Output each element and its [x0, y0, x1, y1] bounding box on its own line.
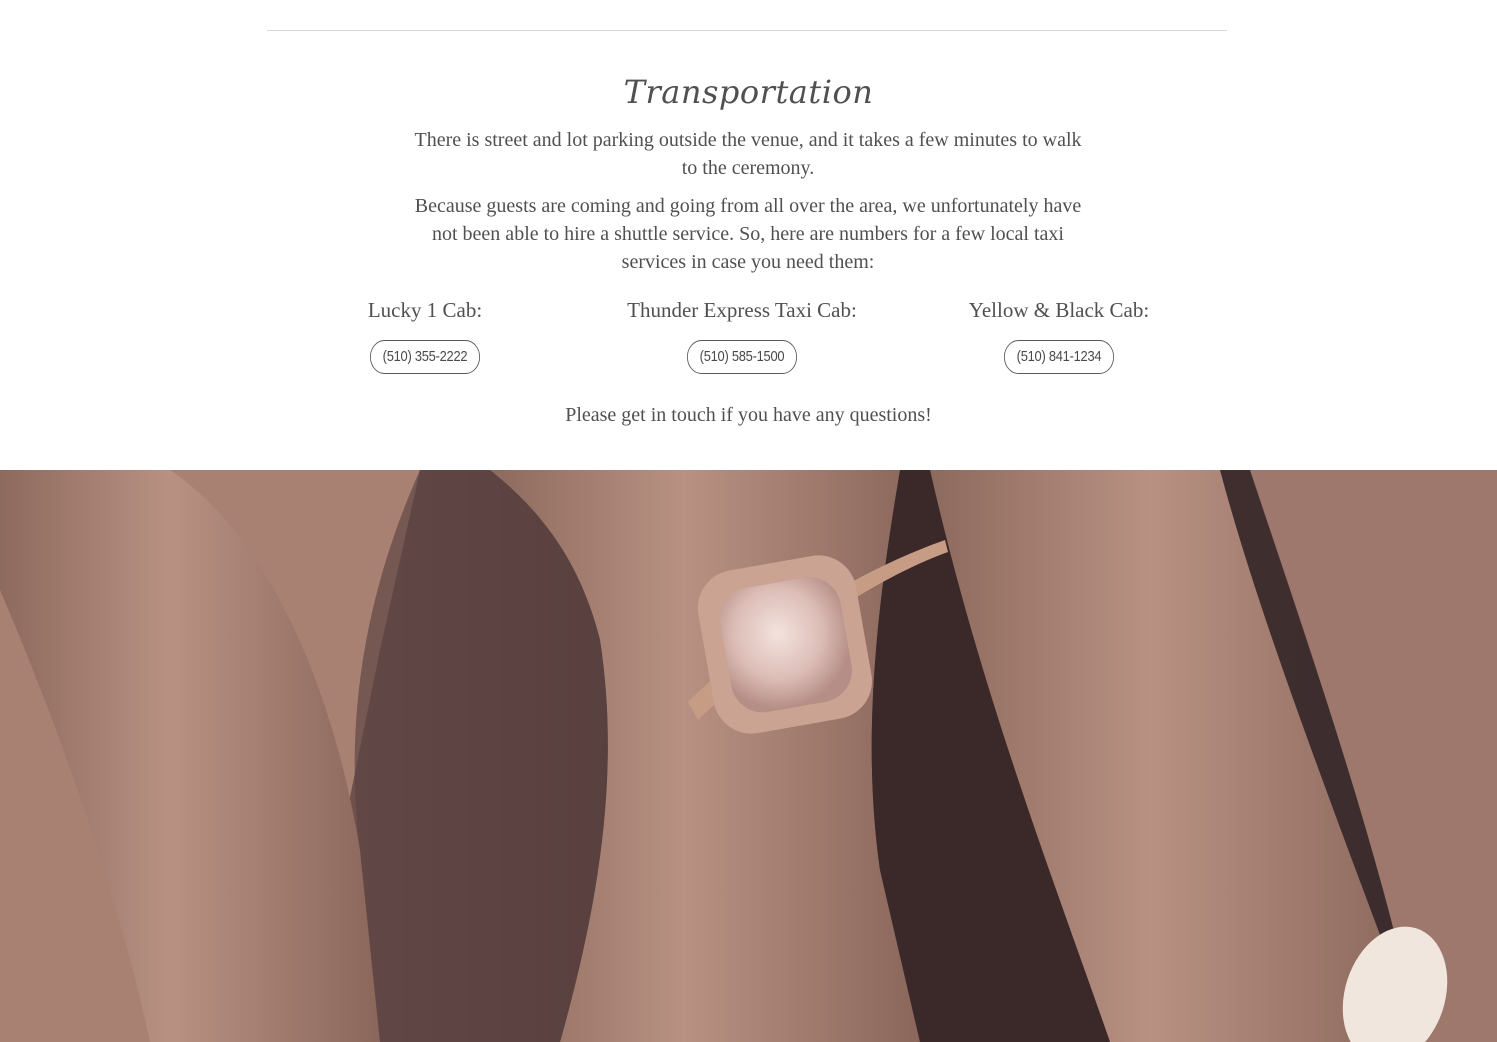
parking-paragraph: There is street and lot parking outside …: [414, 129, 1082, 179]
engagement-ring-photo: [0, 470, 1497, 1042]
cab-phone-button[interactable]: (510) 585-1500: [686, 340, 798, 374]
cab-name: Lucky 1 Cab:: [367, 298, 483, 322]
closing-text: Please get in touch if you have any ques…: [565, 404, 932, 426]
cab-entry-lucky-1: Lucky 1 Cab: (510) 355-2222: [275, 296, 575, 374]
section-divider: [267, 30, 1227, 31]
ring-photo-illustration: [0, 470, 1497, 1042]
cab-name: Yellow & Black Cab:: [968, 298, 1150, 322]
section-title: Transportation: [623, 73, 874, 111]
taxi-intro-paragraph: Because guests are coming and going from…: [414, 195, 1082, 273]
ring-stone: [720, 577, 852, 713]
cab-entry-thunder-express: Thunder Express Taxi Cab: (510) 585-1500: [592, 296, 892, 374]
cab-name: Thunder Express Taxi Cab:: [627, 298, 857, 322]
cab-phone-button[interactable]: (510) 355-2222: [369, 340, 481, 374]
cab-phone-button[interactable]: (510) 841-1234: [1003, 340, 1115, 374]
cab-entry-yellow-black: Yellow & Black Cab: (510) 841-1234: [909, 296, 1209, 374]
